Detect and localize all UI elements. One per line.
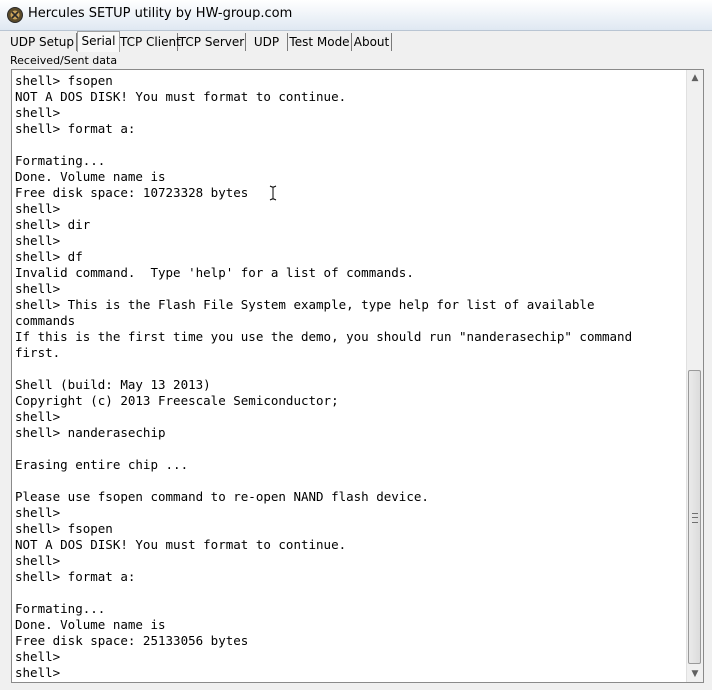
tab-serial[interactable]: Serial (77, 31, 120, 52)
received-sent-textarea[interactable]: shell> fsopen NOT A DOS DISK! You must fo… (11, 69, 704, 683)
terminal-line: NOT A DOS DISK! You must format to conti… (15, 537, 347, 552)
terminal-line: first. (15, 345, 61, 360)
terminal-line: shell> (15, 201, 61, 216)
terminal-line: Erasing entire chip ... (15, 457, 189, 472)
vertical-scrollbar[interactable]: ▲ ▼ (686, 70, 703, 682)
terminal-line: shell> (15, 665, 61, 680)
terminal-line: shell> (15, 409, 61, 424)
terminal-line: NOT A DOS DISK! You must format to conti… (15, 89, 347, 104)
terminal-line: shell> df (15, 249, 83, 264)
terminal-line: Invalid command. Type 'help' for a list … (15, 265, 414, 280)
terminal-line: If this is the first time you use the de… (15, 329, 633, 344)
terminal-line: shell> nanderasechip (15, 425, 166, 440)
terminal-line: shell> format a: (15, 569, 136, 584)
tab-test-mode[interactable]: Test Mode (288, 33, 352, 51)
terminal-line: Copyright (c) 2013 Freescale Semiconduct… (15, 393, 339, 408)
terminal-line: shell> (15, 233, 61, 248)
tab-strip: UDP Setup Serial TCP Client TCP Server U… (8, 31, 704, 52)
hercules-app-icon (7, 7, 23, 23)
window-title: Hercules SETUP utility by HW-group.com (28, 6, 293, 21)
terminal-line: Formating... (15, 601, 106, 616)
terminal-line: Free disk space: 10723328 bytes (15, 185, 249, 200)
terminal-line: shell> (15, 553, 61, 568)
tab-tcp-client[interactable]: TCP Client (120, 33, 181, 51)
terminal-line: shell> fsopen (15, 521, 113, 536)
terminal-line: shell> (15, 105, 61, 120)
scroll-thumb[interactable] (688, 370, 701, 664)
text-cursor-icon (269, 185, 277, 201)
tab-udp-setup[interactable]: UDP Setup (8, 33, 77, 51)
terminal-line: commands (15, 313, 76, 328)
terminal-output: shell> fsopen NOT A DOS DISK! You must fo… (15, 73, 685, 681)
terminal-line: shell> (15, 281, 61, 296)
tab-tcp-server[interactable]: TCP Server (178, 33, 246, 51)
title-bar[interactable]: Hercules SETUP utility by HW-group.com (0, 0, 712, 31)
terminal-line: shell> format a: (15, 121, 136, 136)
terminal-line: shell> This is the Flash File System exa… (15, 297, 595, 312)
terminal-line: shell> (15, 505, 61, 520)
terminal-line: shell> fsopen (15, 73, 113, 88)
tab-about[interactable]: About (352, 33, 392, 51)
terminal-line: Free disk space: 25133056 bytes (15, 633, 249, 648)
terminal-line: Please use fsopen command to re-open NAN… (15, 489, 429, 504)
terminal-line: Done. Volume name is (15, 169, 166, 184)
tab-udp[interactable]: UDP (246, 33, 288, 51)
terminal-line: shell> (15, 649, 61, 664)
terminal-line: shell> dir (15, 217, 91, 232)
scroll-up-arrow-icon[interactable]: ▲ (687, 70, 703, 86)
terminal-line: Done. Volume name is (15, 617, 166, 632)
received-sent-label: Received/Sent data (10, 54, 118, 67)
terminal-line: Formating... (15, 153, 106, 168)
terminal-line: Shell (build: May 13 2013) (15, 377, 211, 392)
thumb-grip-icon (692, 513, 698, 523)
scroll-down-arrow-icon[interactable]: ▼ (687, 666, 703, 682)
